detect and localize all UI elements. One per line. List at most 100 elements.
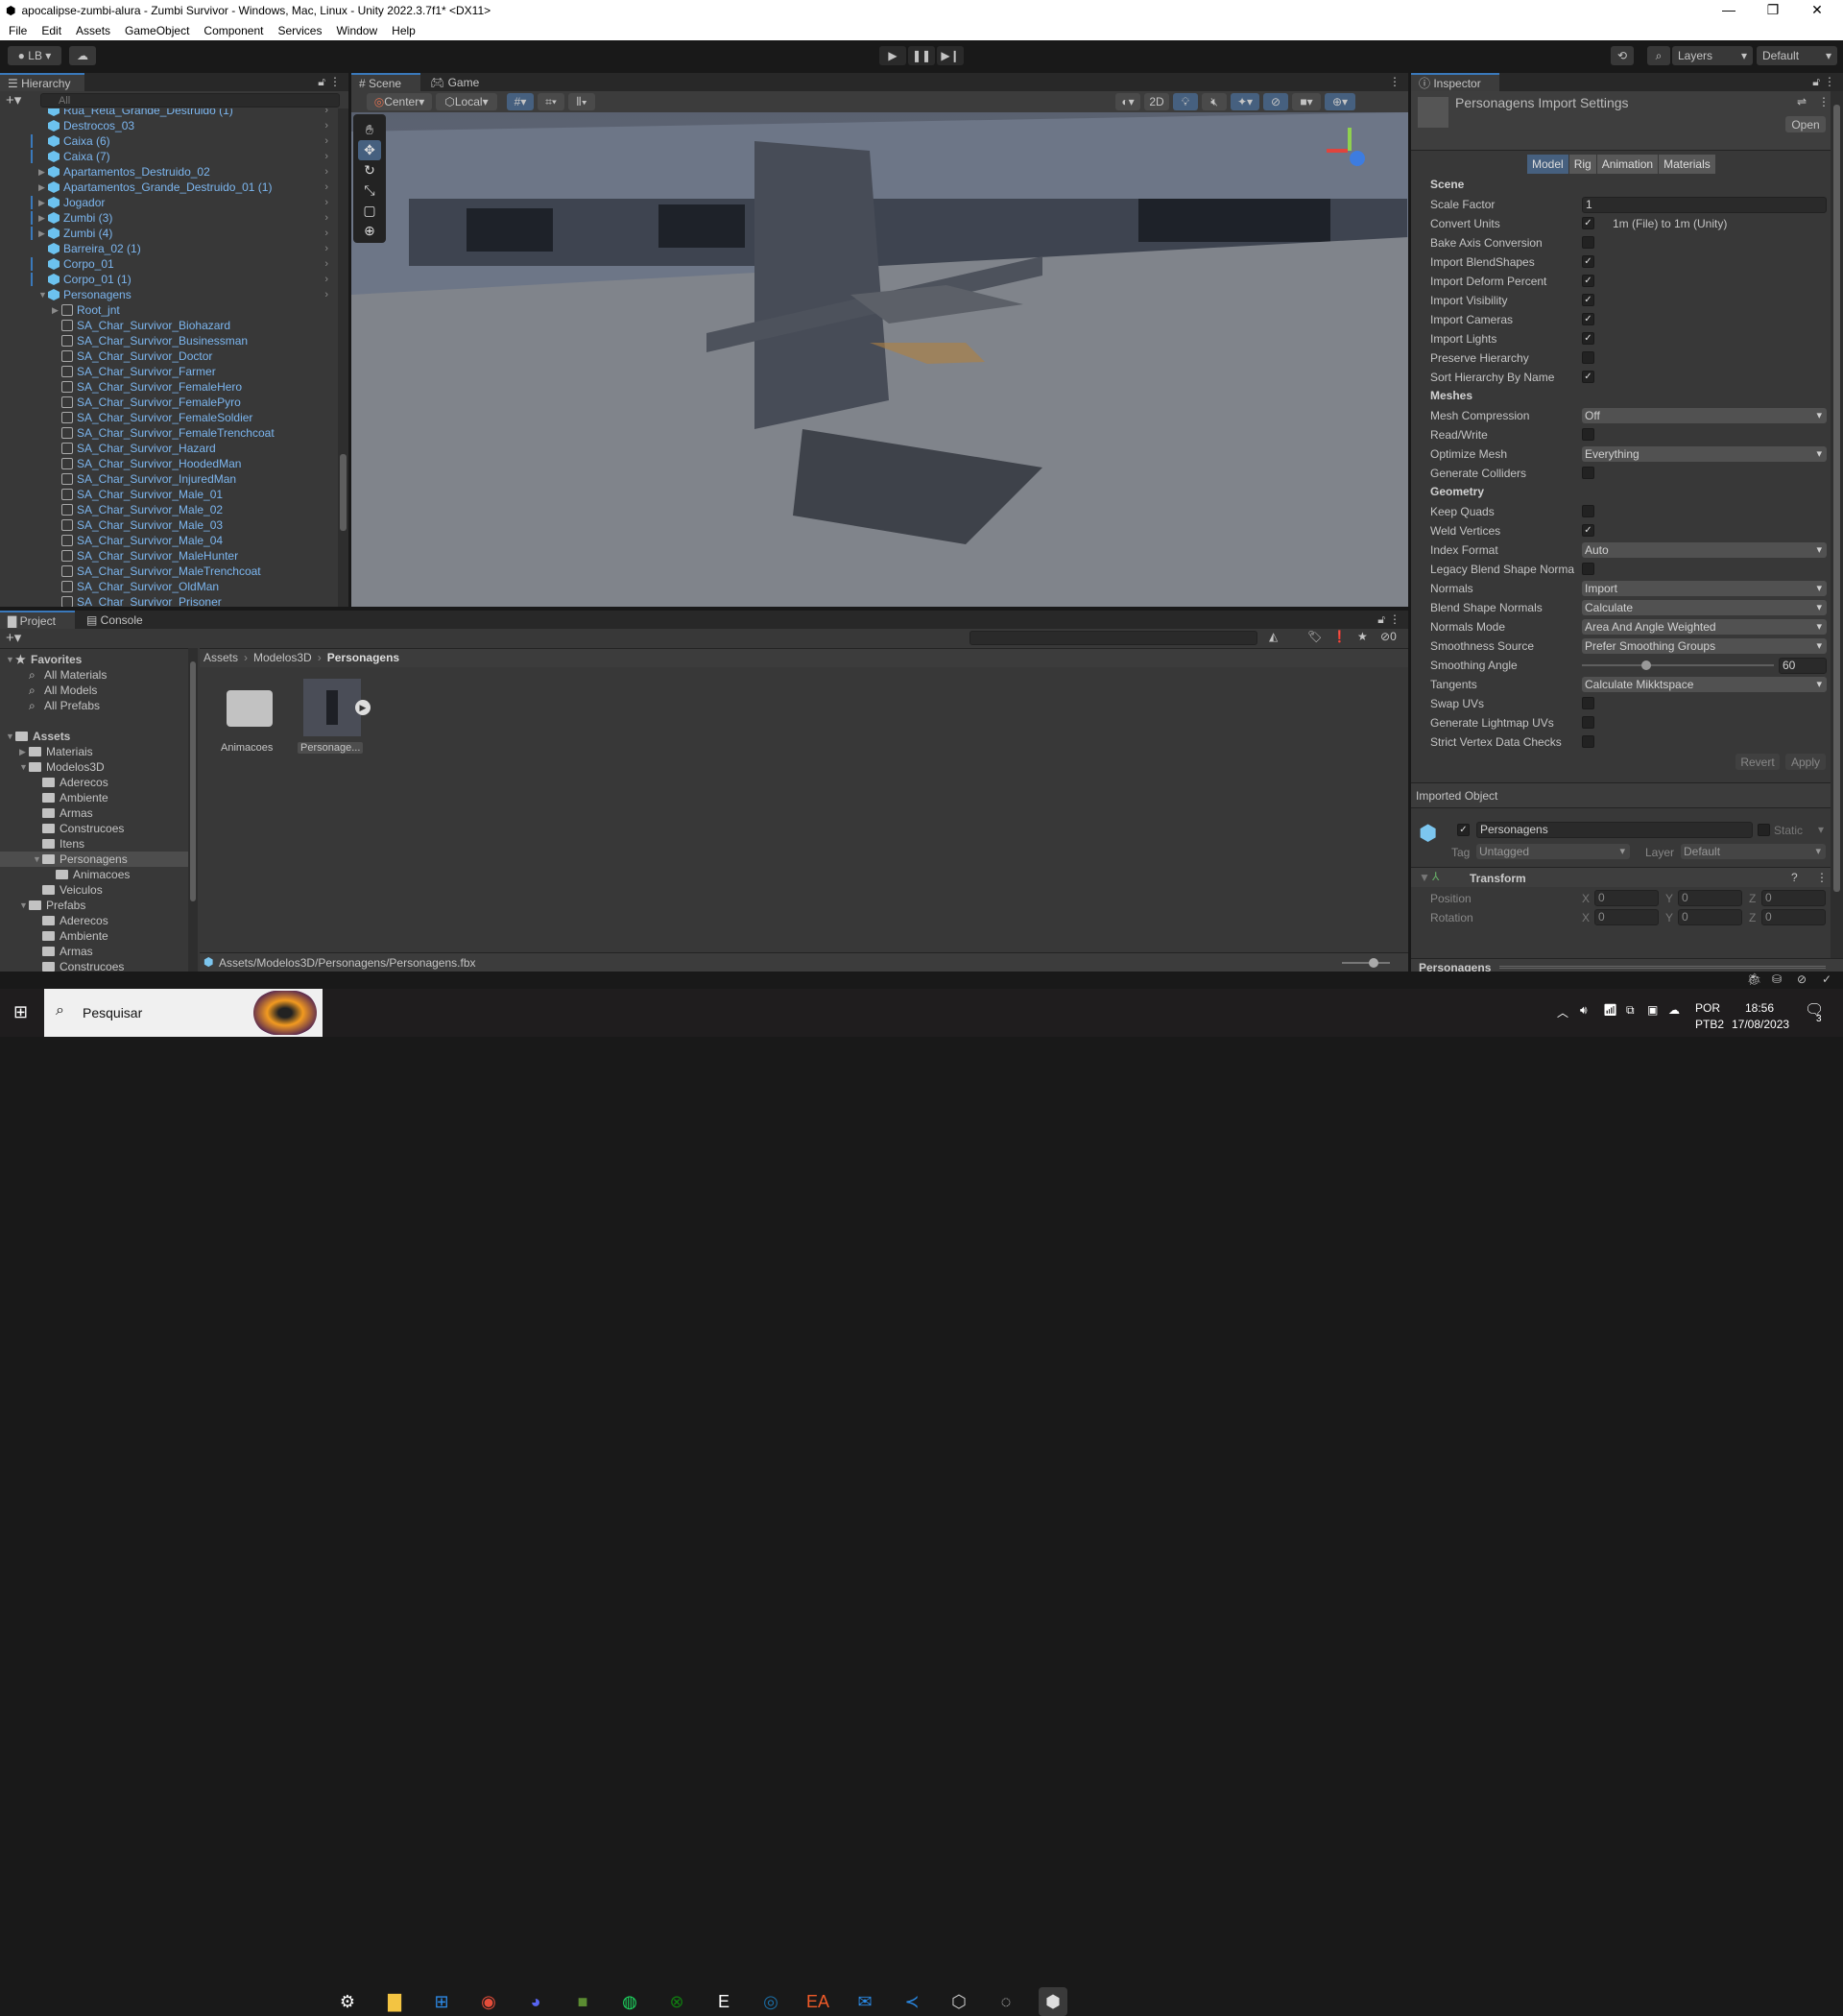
slider-thumb[interactable] [1640, 660, 1651, 670]
help-icon[interactable]: ? [1791, 871, 1798, 884]
y-field[interactable]: 0 [1678, 909, 1742, 925]
lighting-toggle[interactable]: 💡︎ [1173, 93, 1198, 110]
keyboard-layout-label[interactable]: PTB2 [1695, 1018, 1724, 1031]
hierarchy-item[interactable]: Caixa (6) › [0, 133, 336, 149]
play-button[interactable]: ▶ [879, 46, 906, 65]
hierarchy-item[interactable]: ▶ Root_jnt [0, 302, 336, 318]
obs-icon[interactable]: ◌ [992, 1987, 1020, 2016]
chevron-right-icon[interactable]: › [324, 228, 328, 239]
expand-arrow-icon[interactable]: ▶ [38, 198, 48, 208]
checkbox[interactable]: ✓ [1582, 313, 1594, 325]
dropdown[interactable]: Prefer Smoothing Groups [1582, 638, 1827, 654]
tab-inspector[interactable]: ⓘ Inspector [1411, 73, 1499, 91]
hierarchy-item[interactable]: Corpo_01 (1) › [0, 272, 336, 287]
unity-hub-icon[interactable]: ⬡ [945, 1987, 973, 2016]
hierarchy-item[interactable]: ▶ Zumbi (4) › [0, 226, 336, 241]
static-checkbox[interactable] [1758, 824, 1770, 836]
hierarchy-item[interactable]: SA_Char_Survivor_FemaleTrenchcoat [0, 425, 336, 441]
project-tree-item[interactable]: Construcoes [0, 959, 188, 972]
expand-arrow-icon[interactable]: ▼ [6, 655, 15, 664]
hierarchy-item[interactable]: SA_Char_Survivor_MaleTrenchcoat [0, 564, 336, 579]
scene-viewport[interactable]: ✋︎ ✥ ↻ ⤡ ▢ ⊕ [351, 112, 1408, 607]
dropdown[interactable]: Off [1582, 408, 1827, 423]
project-tree-item[interactable]: Construcoes [0, 821, 188, 836]
effects-dropdown[interactable]: ✦▾ [1231, 93, 1259, 110]
tab-rig[interactable]: Rig [1568, 155, 1596, 174]
hierarchy-item[interactable]: ▶ Apartamentos_Grande_Destruido_01 (1) › [0, 180, 336, 195]
open-button[interactable]: Open [1785, 116, 1826, 132]
checkbox[interactable] [1582, 716, 1594, 729]
expand-arrow-icon[interactable]: ▶ [52, 305, 61, 316]
audio-toggle[interactable]: 🔇︎ [1202, 93, 1227, 110]
tab-console[interactable]: ▤ Console [79, 611, 156, 629]
clock-time[interactable]: 18:56 [1745, 1001, 1774, 1015]
debug-icon[interactable]: 🐞︎ [1747, 972, 1761, 986]
hierarchy-item[interactable]: ▶ Zumbi (3) › [0, 210, 336, 226]
tab-animation[interactable]: Animation [1596, 155, 1659, 174]
pause-button[interactable]: ❚❚ [908, 46, 935, 65]
dropdown[interactable]: Calculate Mikktspace [1582, 677, 1827, 692]
project-tree-item[interactable]: Ambiente [0, 928, 188, 944]
checkbox[interactable]: ✓ [1582, 255, 1594, 268]
project-tree-item[interactable]: Itens [0, 836, 188, 852]
menu-gameobject[interactable]: GameObject [116, 24, 195, 37]
project-tree-item[interactable]: ⌕ All Models [0, 683, 188, 698]
project-tree-item[interactable]: ▼ Modelos3D [0, 759, 188, 775]
hierarchy-item[interactable]: SA_Char_Survivor_FemaleSoldier [0, 410, 336, 425]
tab-materials[interactable]: Materials [1659, 155, 1715, 174]
file-explorer-icon[interactable]: ▇ [380, 1987, 409, 2016]
asset-tile[interactable]: ▶ Personage... [286, 679, 371, 756]
project-tree-item[interactable]: ▼ Assets [0, 729, 188, 744]
search-by-type-icon[interactable]: ◭ [1269, 630, 1278, 643]
rect-tool-icon[interactable]: ▢ [358, 201, 381, 221]
hierarchy-item[interactable]: ▶ Jogador › [0, 195, 336, 210]
expand-arrow-icon[interactable]: ▼ [19, 762, 29, 772]
hierarchy-item[interactable]: Destrocos_03 › [0, 118, 336, 133]
store-icon[interactable]: ⊞ [427, 1987, 456, 2016]
layer-dropdown[interactable]: Default [1681, 844, 1826, 859]
hierarchy-item[interactable]: SA_Char_Survivor_InjuredMan [0, 471, 336, 487]
menu-edit[interactable]: Edit [33, 24, 67, 37]
expand-arrow-icon[interactable]: ▶ [38, 213, 48, 224]
checkbox[interactable]: ✓ [1582, 275, 1594, 287]
hierarchy-item[interactable]: ▼ Personagens › [0, 287, 336, 302]
vscode-icon[interactable]: ≺ [898, 1987, 926, 2016]
static-dropdown-icon[interactable]: ▾ [1818, 823, 1824, 836]
tag-dropdown[interactable]: Untagged [1476, 844, 1630, 859]
favorite-star-icon[interactable]: ★ [1357, 630, 1368, 643]
breadcrumb-item[interactable]: Assets [203, 651, 238, 664]
step-button[interactable]: ▶❙ [937, 46, 964, 65]
unity-icon[interactable]: ⬢ [1039, 1987, 1067, 2016]
gear-icon[interactable]: ⚙ [333, 1987, 362, 2016]
chevron-right-icon[interactable]: › [324, 120, 328, 132]
volume-icon[interactable]: 🔊︎ [1580, 1003, 1588, 1018]
hierarchy-item[interactable]: SA_Char_Survivor_FemalePyro [0, 395, 336, 410]
menu-services[interactable]: Services [269, 24, 327, 37]
hierarchy-item[interactable]: SA_Char_Survivor_Farmer [0, 364, 336, 379]
inspector-scrollbar[interactable] [1831, 91, 1843, 972]
z-field[interactable]: 0 [1761, 909, 1826, 925]
project-tree-item[interactable]: ▶ Materiais [0, 744, 188, 759]
expand-arrow-icon[interactable]: ▶ [38, 167, 48, 178]
epic-games-icon[interactable]: E [709, 1987, 738, 2016]
expand-arrow-icon[interactable]: ▼ [6, 732, 15, 741]
checkbox[interactable]: ✓ [1582, 294, 1594, 306]
cache-server-icon[interactable]: ⛁ [1772, 972, 1782, 986]
hierarchy-item[interactable]: SA_Char_Survivor_Male_04 [0, 533, 336, 548]
rotate-tool-icon[interactable]: ↻ [358, 160, 381, 180]
hierarchy-item[interactable]: Caixa (7) › [0, 149, 336, 164]
object-name-field[interactable]: Personagens [1476, 822, 1753, 838]
checkbox[interactable] [1582, 236, 1594, 249]
project-tree-item[interactable]: Aderecos [0, 913, 188, 928]
move-tool-icon[interactable]: ✥ [358, 140, 381, 160]
hierarchy-item[interactable]: Rua_Reta_Grande_Destruido (1) › [0, 108, 336, 118]
orientation-gizmo[interactable] [1321, 122, 1378, 180]
z-field[interactable]: 0 [1761, 890, 1826, 906]
cloud-button[interactable]: ☁ [69, 46, 96, 65]
play-preview-icon[interactable]: ▶ [355, 700, 371, 715]
checkbox[interactable] [1582, 697, 1594, 709]
hierarchy-item[interactable]: SA_Char_Survivor_Biohazard [0, 318, 336, 333]
pivot-center-dropdown[interactable]: ◎ Center ▾ [367, 93, 432, 110]
dropdown[interactable]: Auto [1582, 542, 1827, 558]
dropdown[interactable]: Everything [1582, 446, 1827, 462]
